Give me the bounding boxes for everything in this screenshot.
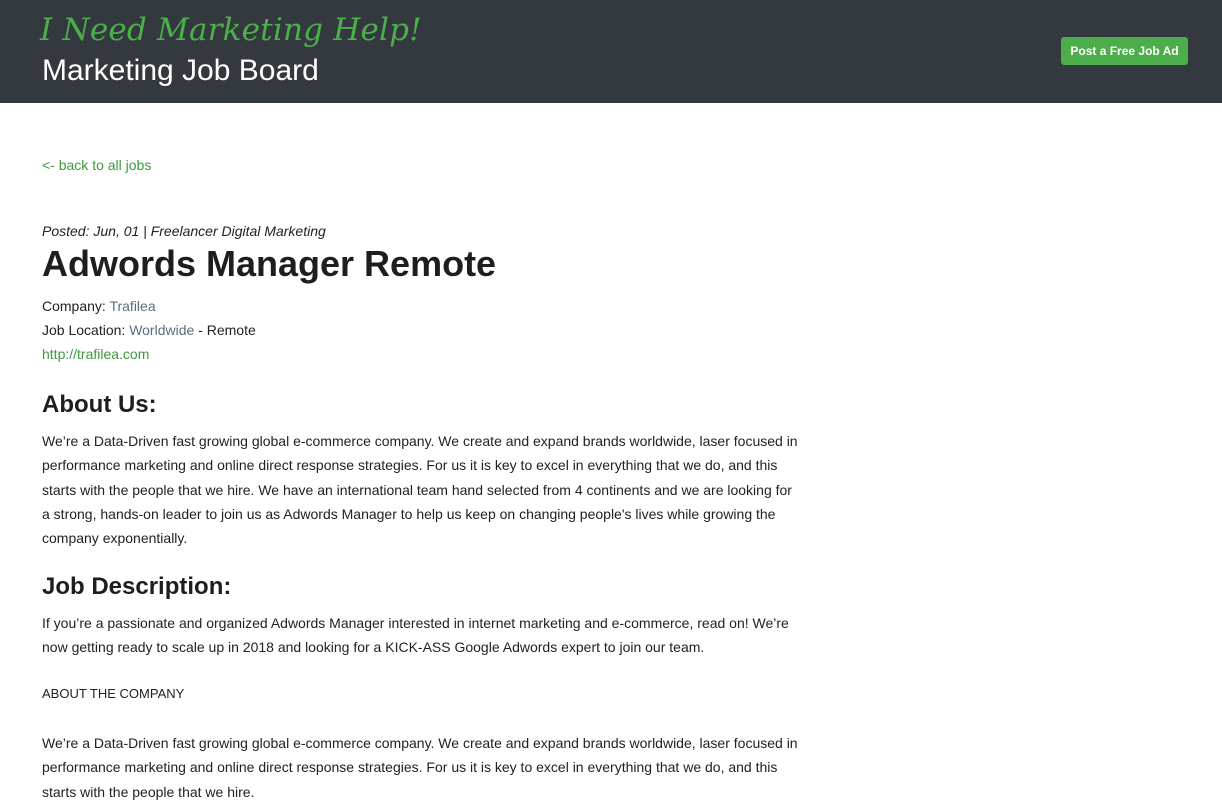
about-us-text: We’re a Data-Driven fast growing global … xyxy=(42,433,798,547)
job-description-intro: If you’re a passionate and organized Adw… xyxy=(42,615,789,656)
post-free-job-ad-button[interactable]: Post a Free Job Ad xyxy=(1061,37,1188,65)
about-company-label: ABOUT THE COMPANY xyxy=(42,686,185,701)
back-to-all-jobs-link[interactable]: <- back to all jobs xyxy=(42,157,151,173)
company-line: Company: Trafilea xyxy=(42,298,156,314)
about-us-heading: About Us: xyxy=(42,391,157,418)
site-title[interactable]: Marketing Job Board xyxy=(42,54,319,88)
location-label: Job Location: xyxy=(42,322,126,338)
job-title: Adwords Manager Remote xyxy=(42,243,497,284)
location-line: Job Location: Worldwide - Remote xyxy=(42,322,256,338)
site-tagline: I Need Marketing Help! xyxy=(40,12,422,48)
company-website-line: http://trafilea.com xyxy=(42,346,149,362)
posted-info: Posted: Jun, 01 | Freelancer Digital Mar… xyxy=(42,223,326,239)
company-link[interactable]: Trafilea xyxy=(109,298,155,314)
location-link[interactable]: Worldwide xyxy=(129,322,194,338)
company-label: Company: xyxy=(42,298,106,314)
location-suffix: - Remote xyxy=(198,322,256,338)
company-website-link[interactable]: http://trafilea.com xyxy=(42,346,149,362)
job-description-heading: Job Description: xyxy=(42,573,232,600)
about-company-text: We’re a Data-Driven fast growing global … xyxy=(42,735,798,800)
site-header: I Need Marketing Help! Marketing Job Boa… xyxy=(0,0,1222,103)
